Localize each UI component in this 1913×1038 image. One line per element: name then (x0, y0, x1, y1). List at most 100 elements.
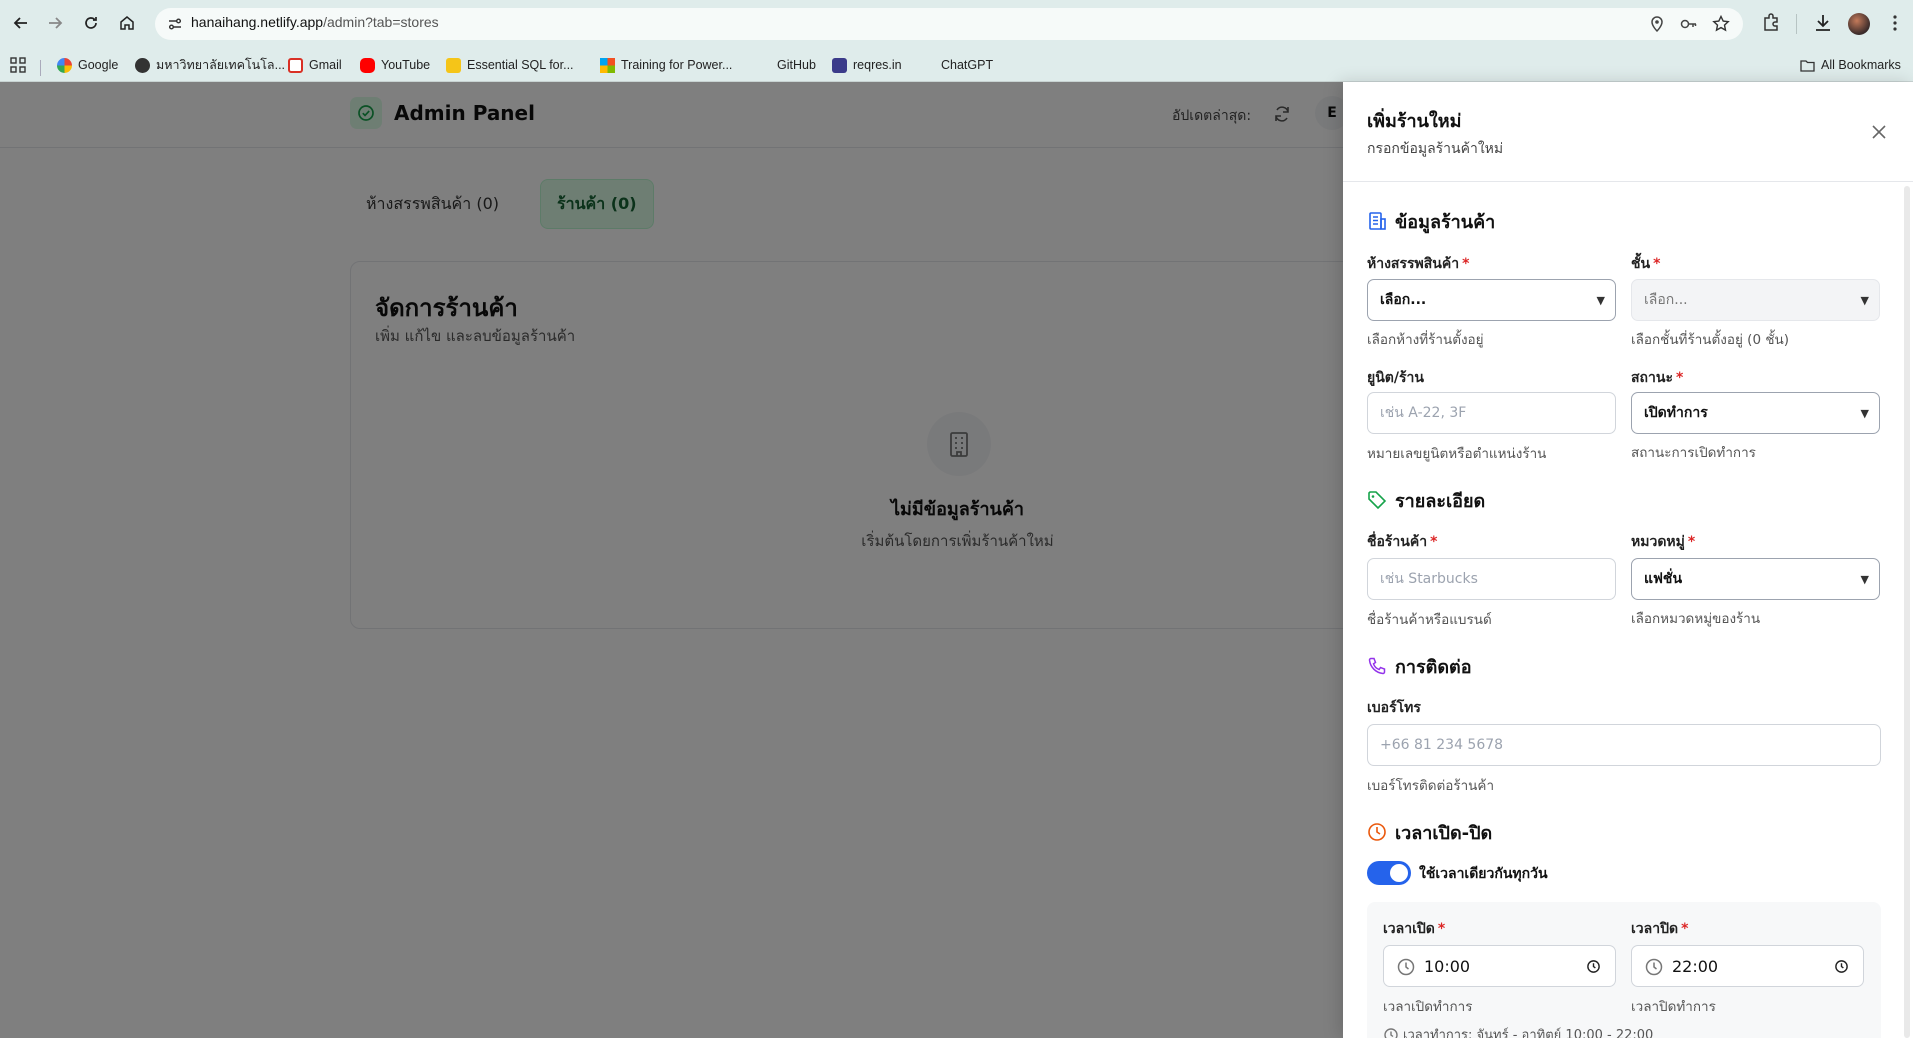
phone-label: เบอร์โทร (1367, 700, 1421, 716)
bookmark-google[interactable]: Google (57, 55, 118, 75)
category-label: หมวดหมู่ * (1631, 534, 1696, 550)
unit-input[interactable]: เช่น A-22, 3F (1367, 392, 1616, 434)
folder-icon (1800, 59, 1815, 72)
bookmark-label: Essential SQL for... (467, 58, 574, 72)
bookmark-github[interactable]: GitHub (756, 55, 816, 75)
building-icon (1369, 212, 1386, 230)
all-bookmarks-label: All Bookmarks (1821, 58, 1901, 72)
drawer-subtitle: กรอกข้อมูลร้านค้าใหม่ (1367, 141, 1504, 157)
section-title: เวลาเปิด-ปิด (1395, 822, 1493, 844)
store-name-label: ชื่อร้านค้า * (1367, 534, 1438, 550)
hours-summary: เวลาทำการ: จันทร์ - อาทิตย์ 10:00 - 22:0… (1383, 1024, 1653, 1038)
bookmark-label: มหาวิทยาลัยเทคโนโล... (156, 58, 286, 72)
bookmark-reqres[interactable]: reqres.in (832, 55, 902, 75)
close-time-input[interactable]: 22:00 (1631, 945, 1864, 987)
section-title: ข้อมูลร้านค้า (1395, 211, 1496, 233)
close-time-value: 22:00 (1672, 956, 1719, 976)
bookmark-label: ChatGPT (941, 58, 994, 72)
bookmark-training-power[interactable]: Training for Power... (600, 55, 732, 75)
chevron-down-icon: ▼ (1596, 294, 1605, 307)
home-icon[interactable] (114, 10, 140, 36)
unit-label: ยูนิต/ร้าน (1367, 370, 1424, 386)
reqres-icon (832, 57, 847, 73)
time-picker-icon[interactable] (1834, 959, 1849, 974)
add-store-drawer: เพิ่มร้านใหม่ กรอกข้อมูลร้านค้าใหม่ ข้อม… (1343, 82, 1913, 1038)
clock-icon (1368, 823, 1386, 841)
open-time-value: 10:00 (1424, 956, 1471, 976)
close-time-label: เวลาปิด * (1631, 921, 1689, 937)
drawer-title: เพิ่มร้านใหม่ (1367, 111, 1462, 132)
open-time-label: เวลาเปิด * (1383, 921, 1446, 937)
open-time-hint: เวลาเปิดทำการ (1383, 999, 1473, 1015)
gmail-icon (288, 57, 303, 73)
section-contact: การติดต่อ (1367, 653, 1472, 679)
bookmarks-bar: Google มหาวิทยาลัยเทคโนโล... Gmail YouTu… (0, 48, 1913, 82)
section-details: รายละเอียด (1367, 487, 1485, 513)
bookmark-star-icon[interactable] (1711, 14, 1731, 34)
phone-input[interactable]: +66 81 234 5678 (1367, 724, 1881, 766)
section-store-info: ข้อมูลร้านค้า (1367, 208, 1495, 234)
section-title: การติดต่อ (1395, 656, 1472, 678)
bookmark-youtube[interactable]: YouTube (360, 55, 430, 75)
tag-icon (1368, 491, 1387, 510)
status-label: สถานะ * (1631, 370, 1684, 386)
apps-grid-icon[interactable] (10, 57, 26, 73)
clock-icon (1384, 1027, 1398, 1038)
hours-summary-text: เวลาทำการ: จันทร์ - อาทิตย์ 10:00 - 22:0… (1403, 1028, 1654, 1038)
forward-icon[interactable] (42, 10, 68, 36)
same-hours-label: ใช้เวลาเดียวกันทุกวัน (1419, 866, 1548, 882)
university-icon (135, 57, 150, 73)
clock-icon (1397, 958, 1415, 976)
github-icon (756, 58, 771, 73)
mall-select[interactable]: เลือก... ▼ (1367, 279, 1616, 321)
password-key-icon[interactable] (1679, 14, 1699, 34)
phone-icon (1368, 657, 1386, 675)
chevron-down-icon: ▼ (1860, 294, 1869, 307)
more-menu-icon[interactable] (1884, 12, 1906, 34)
site-settings-icon[interactable] (165, 14, 185, 34)
bookmark-essential-sql[interactable]: Essential SQL for... (446, 55, 574, 75)
location-icon[interactable] (1647, 14, 1667, 34)
bookmark-gmail[interactable]: Gmail (288, 55, 342, 75)
floor-hint: เลือกชั้นที่ร้านตั้งอยู่ (0 ชั้น) (1631, 332, 1789, 348)
unit-hint: หมายเลขยูนิตหรือตำแหน่งร้าน (1367, 446, 1547, 462)
reload-icon[interactable] (78, 10, 104, 36)
microsoft-icon (600, 57, 615, 73)
bookmark-chatgpt[interactable]: ChatGPT (920, 55, 993, 75)
profile-avatar[interactable] (1848, 13, 1870, 35)
youtube-icon (360, 57, 375, 73)
bookmark-label: reqres.in (853, 58, 902, 72)
bookmark-university[interactable]: มหาวิทยาลัยเทคโนโล... (135, 55, 285, 75)
time-picker-icon[interactable] (1586, 959, 1601, 974)
toolbar-divider (1796, 14, 1797, 34)
drawer-scrollbar[interactable] (1904, 186, 1910, 1038)
floor-select[interactable]: เลือก... ▼ (1631, 279, 1880, 321)
bookmarks-divider (40, 60, 41, 76)
section-hours: เวลาเปิด-ปิด (1367, 819, 1492, 845)
store-name-hint: ชื่อร้านค้าหรือแบรนด์ (1367, 612, 1492, 628)
toggle-knob (1390, 864, 1408, 882)
status-hint: สถานะการเปิดทำการ (1631, 445, 1756, 461)
chatgpt-icon (920, 58, 935, 73)
extensions-icon[interactable] (1760, 12, 1782, 34)
all-bookmarks[interactable]: All Bookmarks (1800, 55, 1901, 75)
bookmark-label: Training for Power... (621, 58, 733, 72)
mall-hint: เลือกห้างที่ร้านตั้งอยู่ (1367, 332, 1484, 348)
drawer-header: เพิ่มร้านใหม่ กรอกข้อมูลร้านค้าใหม่ (1343, 82, 1913, 182)
open-time-input[interactable]: 10:00 (1383, 945, 1616, 987)
modal-backdrop[interactable] (0, 82, 1343, 1038)
address-bar[interactable]: hanaihang.netlify.app/admin?tab=stores (155, 8, 1743, 40)
download-icon[interactable] (1812, 12, 1834, 34)
status-select[interactable]: เปิดทำการ ▼ (1631, 392, 1880, 434)
same-hours-toggle[interactable] (1367, 861, 1411, 885)
back-icon[interactable] (8, 10, 34, 36)
close-icon[interactable] (1867, 120, 1891, 144)
section-title: รายละเอียด (1395, 490, 1486, 512)
store-name-input[interactable]: เช่น Starbucks (1367, 558, 1616, 600)
clock-icon (1645, 958, 1663, 976)
category-select[interactable]: แฟชั่น ▼ (1631, 558, 1880, 600)
floor-label: ชั้น * (1631, 256, 1661, 272)
google-icon (57, 57, 72, 73)
browser-toolbar: hanaihang.netlify.app/admin?tab=stores (0, 0, 1913, 48)
phone-hint: เบอร์โทรติดต่อร้านค้า (1367, 778, 1495, 794)
